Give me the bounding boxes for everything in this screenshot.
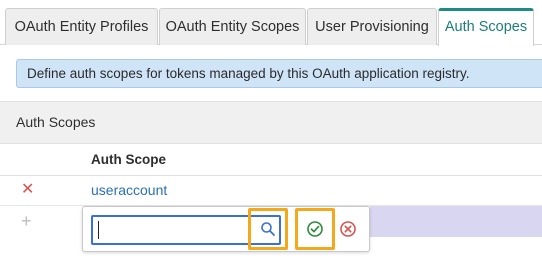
delete-row-icon[interactable]: ✕ xyxy=(21,182,35,198)
tab-bar: OAuth Entity Profiles OAuth Entity Scope… xyxy=(0,0,542,46)
cell-editor-popup xyxy=(82,206,370,252)
section-header: Auth Scopes xyxy=(0,101,542,144)
column-header-auth-scope[interactable]: Auth Scope xyxy=(91,144,542,175)
info-banner: Define auth scopes for tokens managed by… xyxy=(16,59,542,88)
x-circle-icon[interactable] xyxy=(336,217,360,241)
check-circle-icon[interactable] xyxy=(303,217,327,241)
add-row-icon[interactable]: + xyxy=(21,212,32,230)
tab-oauth-entity-profiles[interactable]: OAuth Entity Profiles xyxy=(5,8,158,45)
table-row: ✕ useraccount xyxy=(0,176,542,206)
row-highlight xyxy=(370,206,542,237)
tab-user-provisioning[interactable]: User Provisioning xyxy=(307,8,437,45)
tab-oauth-entity-scopes[interactable]: OAuth Entity Scopes xyxy=(159,8,306,45)
search-icon[interactable] xyxy=(256,217,280,241)
auth-scope-link[interactable]: useraccount xyxy=(91,182,167,198)
tab-auth-scopes[interactable]: Auth Scopes xyxy=(438,8,534,46)
text-caret xyxy=(98,221,99,239)
